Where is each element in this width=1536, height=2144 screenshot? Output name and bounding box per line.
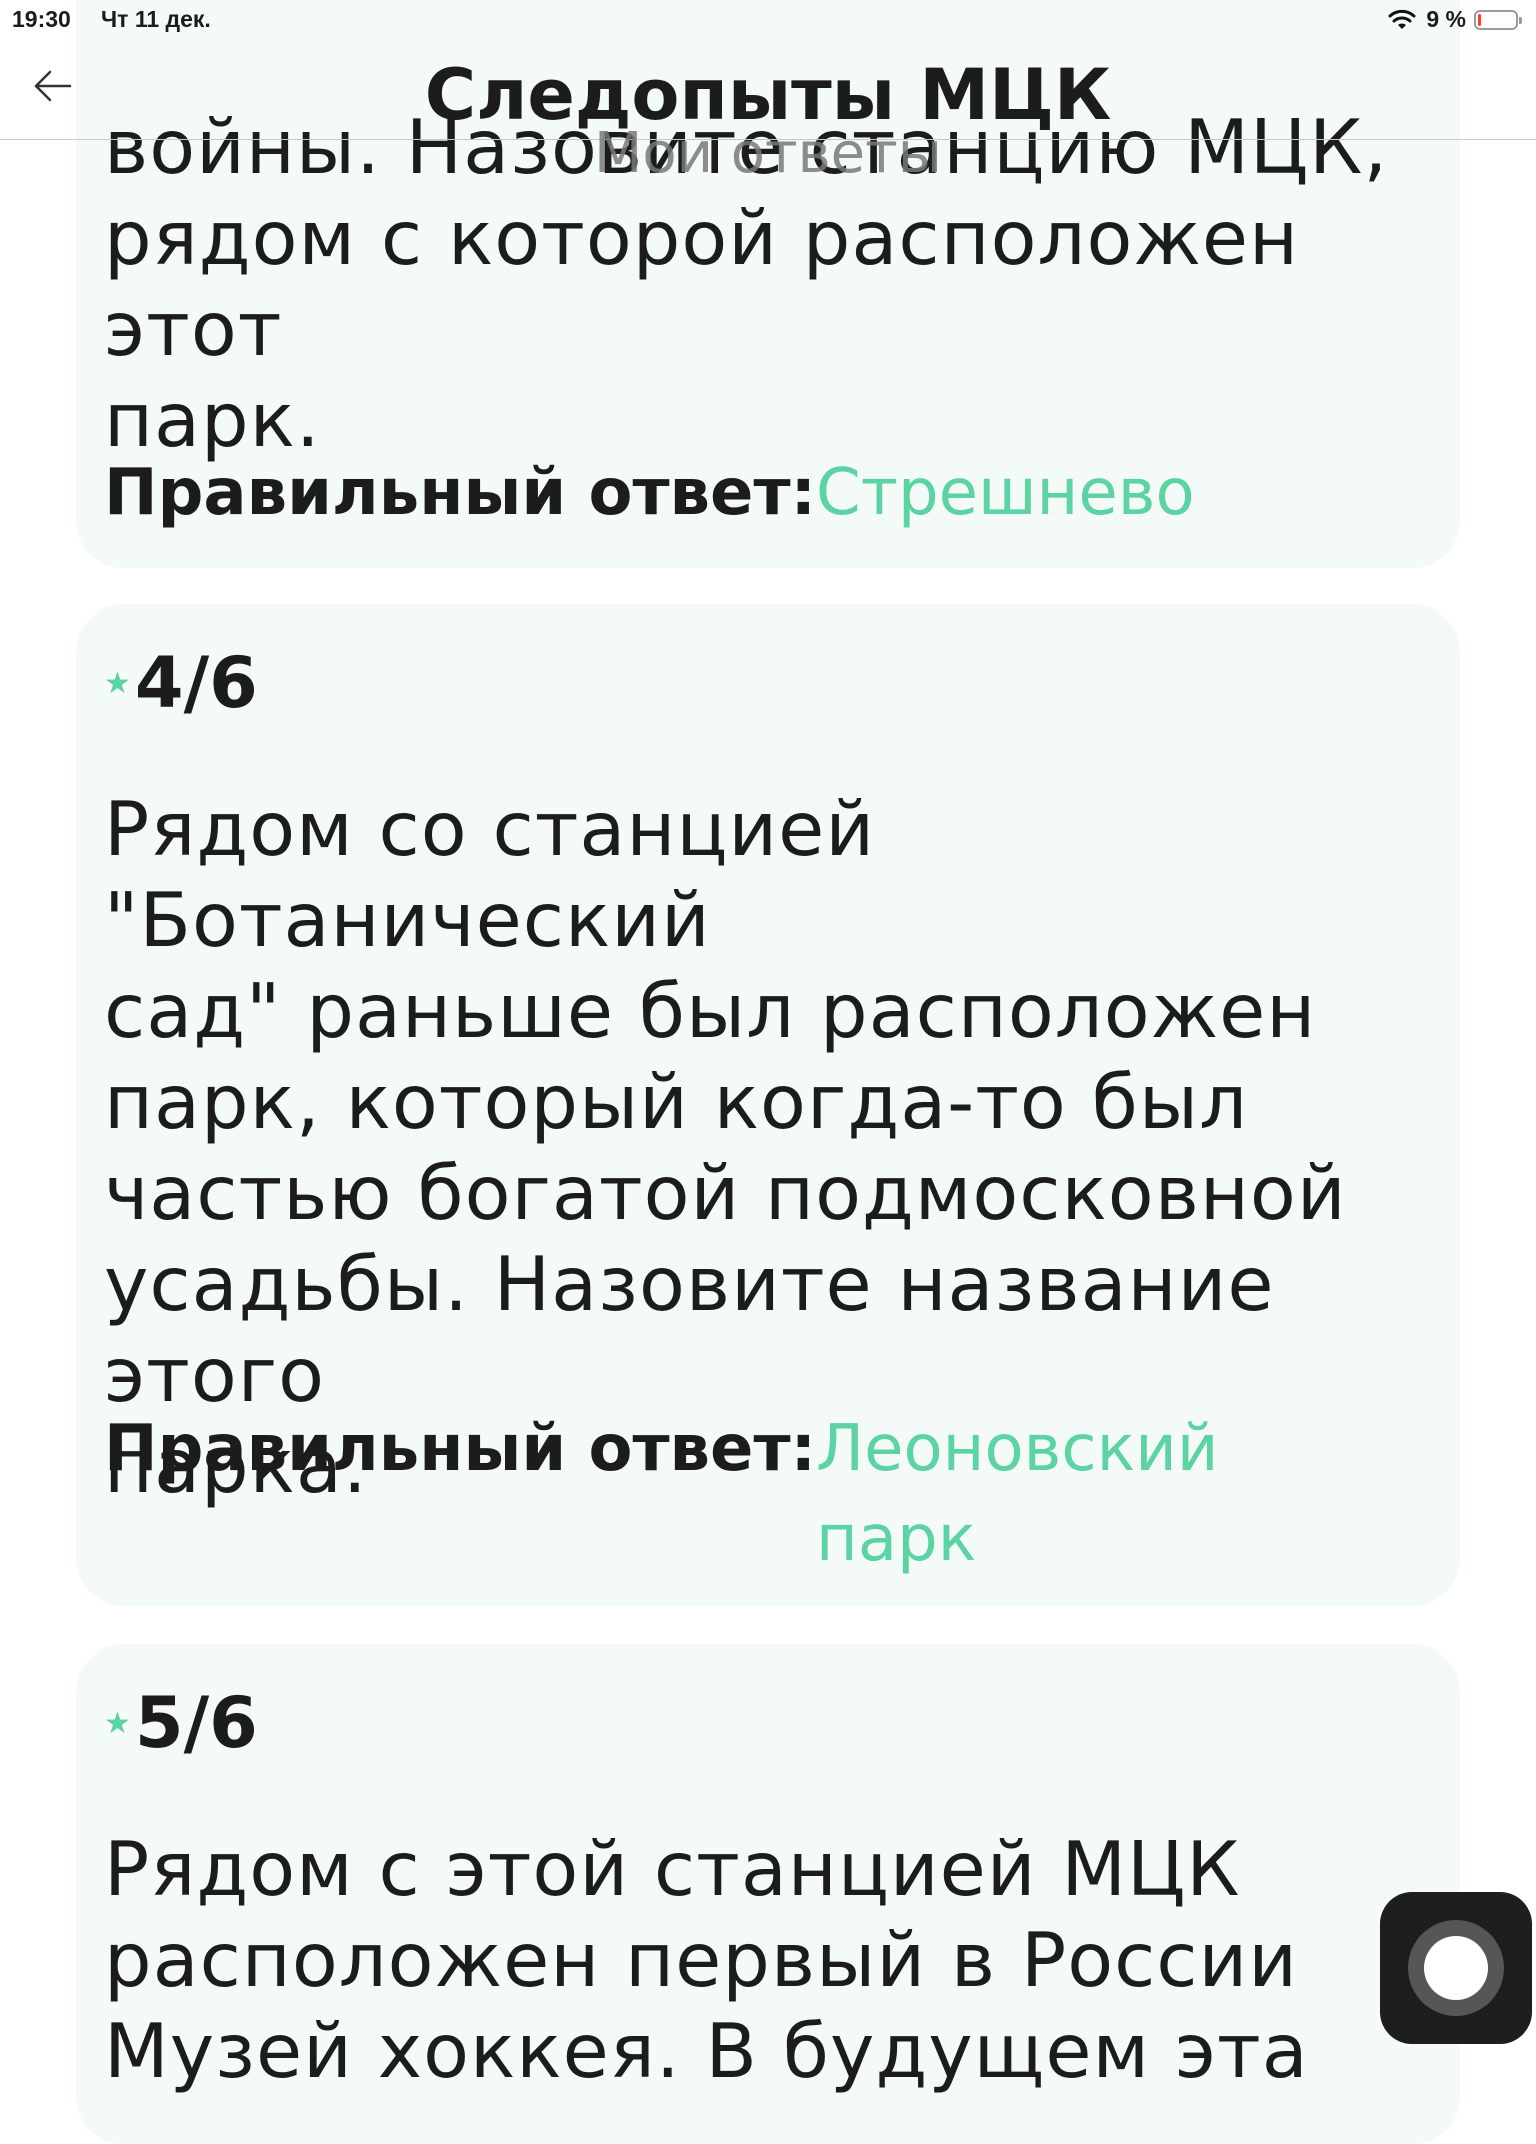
question-card: войны. Назовите станцию МЦК, рядом с кот… xyxy=(76,0,1460,568)
status-bar: 19:30 Чт 11 дек. 9 % xyxy=(0,0,1536,40)
question-number: ★ 4/6 xyxy=(104,642,258,724)
assistive-touch-dot xyxy=(1424,1936,1488,2000)
battery-icon xyxy=(1474,9,1522,30)
answer-label: Правильный ответ: xyxy=(104,1412,817,1486)
answer-value: Леоновский парк xyxy=(816,1412,1219,1576)
status-date: Чт 11 дек. xyxy=(101,6,211,32)
battery-fill xyxy=(1478,13,1481,26)
wifi-icon xyxy=(1388,9,1416,29)
question-card: ★ 4/6 Рядом со станцией "Ботанический са… xyxy=(76,604,1460,1606)
status-indicators: 9 % xyxy=(1388,6,1522,33)
assistive-touch-button[interactable] xyxy=(1380,1892,1532,2044)
star-icon: ★ xyxy=(104,1705,131,1741)
question-number-label: 4/6 xyxy=(134,642,258,724)
back-arrow-icon[interactable] xyxy=(30,66,78,106)
question-card: ★ 5/6 Рядом с этой станцией МЦК располож… xyxy=(76,1644,1460,2144)
star-icon: ★ xyxy=(104,665,131,701)
question-number-label: 5/6 xyxy=(134,1682,258,1764)
status-time: 19:30 xyxy=(12,6,71,32)
battery-percent: 9 % xyxy=(1426,6,1466,32)
answer-label: Правильный ответ: xyxy=(104,456,817,530)
answer-value: Стрешнево xyxy=(816,456,1195,530)
question-text: Рядом со станцией "Ботанический сад" ран… xyxy=(104,785,1347,1510)
question-number: ★ 5/6 xyxy=(104,1682,258,1764)
question-text: Рядом с этой станцией МЦК расположен пер… xyxy=(104,1825,1309,2095)
page-subtitle: Мои ответы xyxy=(594,121,942,186)
